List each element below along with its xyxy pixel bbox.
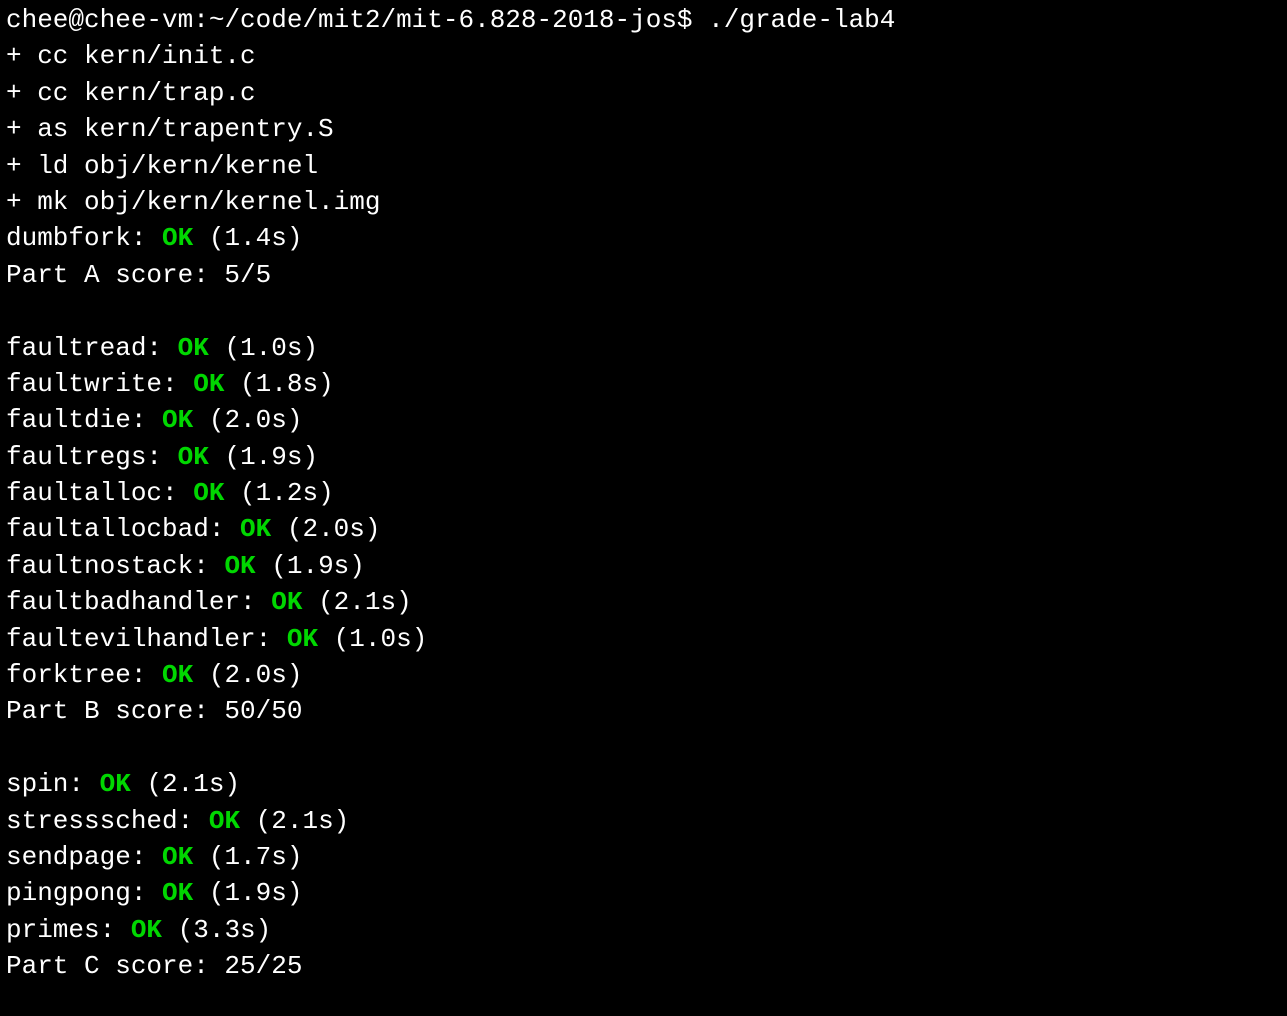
build-text: + as kern/trapentry.S (6, 114, 334, 144)
test-name: spin: (6, 769, 100, 799)
build-line: + ld obj/kern/kernel (6, 148, 1281, 184)
test-name: faultread: (6, 333, 178, 363)
prompt-user-host: chee@chee-vm (6, 5, 193, 35)
test-status: OK (209, 806, 240, 836)
test-time: (2.0s) (193, 405, 302, 435)
score-text: Part C score: 25/25 (6, 951, 302, 981)
test-result-line: faultbadhandler: OK (2.1s) (6, 584, 1281, 620)
prompt-line: chee@chee-vm:~/code/mit2/mit-6.828-2018-… (6, 2, 1281, 38)
test-result-line: faultallocbad: OK (2.0s) (6, 511, 1281, 547)
test-name: faultevilhandler: (6, 624, 287, 654)
test-status: OK (178, 333, 209, 363)
test-name: faultnostack: (6, 551, 224, 581)
prompt-path: ~/code/mit2/mit-6.828-2018-jos (209, 5, 677, 35)
test-status: OK (240, 514, 271, 544)
score-text: Part B score: 50/50 (6, 696, 302, 726)
test-name: faultregs: (6, 442, 178, 472)
test-result-line: faultread: OK (1.0s) (6, 330, 1281, 366)
build-text: + cc kern/trap.c (6, 78, 256, 108)
build-line: + mk obj/kern/kernel.img (6, 184, 1281, 220)
test-name: faultdie: (6, 405, 162, 435)
test-result-line: faultevilhandler: OK (1.0s) (6, 621, 1281, 657)
test-status: OK (162, 660, 193, 690)
prompt-separator: : (193, 5, 209, 35)
test-time: (1.9s) (209, 442, 318, 472)
test-time: (1.8s) (224, 369, 333, 399)
test-status: OK (287, 624, 318, 654)
test-status: OK (178, 442, 209, 472)
test-name: faultwrite: (6, 369, 193, 399)
test-time: (1.0s) (209, 333, 318, 363)
test-time: (1.9s) (193, 878, 302, 908)
test-result-line: stresssched: OK (2.1s) (6, 803, 1281, 839)
test-time: (3.3s) (162, 915, 271, 945)
blank-line (6, 293, 1281, 329)
build-line: + as kern/trapentry.S (6, 111, 1281, 147)
test-status: OK (100, 769, 131, 799)
test-status: OK (162, 223, 193, 253)
test-time: (1.4s) (193, 223, 302, 253)
test-name: forktree: (6, 660, 162, 690)
blank-line (6, 730, 1281, 766)
test-status: OK (162, 405, 193, 435)
build-line: + cc kern/trap.c (6, 75, 1281, 111)
test-time: (1.2s) (224, 478, 333, 508)
score-line: Part B score: 50/50 (6, 693, 1281, 729)
test-result-line: faultregs: OK (1.9s) (6, 439, 1281, 475)
test-result-line: primes: OK (3.3s) (6, 912, 1281, 948)
test-result-line: sendpage: OK (1.7s) (6, 839, 1281, 875)
test-result-line: forktree: OK (2.0s) (6, 657, 1281, 693)
test-time: (2.1s) (302, 587, 411, 617)
test-status: OK (271, 587, 302, 617)
test-result-line: spin: OK (2.1s) (6, 766, 1281, 802)
build-text: + ld obj/kern/kernel (6, 151, 318, 181)
build-line: + cc kern/init.c (6, 38, 1281, 74)
build-text: + cc kern/init.c (6, 41, 256, 71)
test-name: pingpong: (6, 878, 162, 908)
test-result-line: faultwrite: OK (1.8s) (6, 366, 1281, 402)
test-status: OK (193, 369, 224, 399)
test-status: OK (193, 478, 224, 508)
terminal-output[interactable]: chee@chee-vm:~/code/mit2/mit-6.828-2018-… (6, 2, 1281, 985)
score-line: Part A score: 5/5 (6, 257, 1281, 293)
test-name: sendpage: (6, 842, 162, 872)
test-name: dumbfork: (6, 223, 162, 253)
command-text: ./grade-lab4 (708, 5, 895, 35)
test-status: OK (162, 878, 193, 908)
prompt-dollar: $ (677, 5, 708, 35)
test-name: faultbadhandler: (6, 587, 271, 617)
test-status: OK (224, 551, 255, 581)
test-time: (2.1s) (240, 806, 349, 836)
test-time: (1.0s) (318, 624, 427, 654)
test-result-line: dumbfork: OK (1.4s) (6, 220, 1281, 256)
build-text: + mk obj/kern/kernel.img (6, 187, 380, 217)
test-name: faultalloc: (6, 478, 193, 508)
test-time: (2.1s) (131, 769, 240, 799)
test-time: (1.9s) (256, 551, 365, 581)
test-status: OK (162, 842, 193, 872)
test-time: (1.7s) (193, 842, 302, 872)
score-text: Part A score: 5/5 (6, 260, 271, 290)
test-name: faultallocbad: (6, 514, 240, 544)
test-time: (2.0s) (193, 660, 302, 690)
test-name: stresssched: (6, 806, 209, 836)
test-result-line: faultdie: OK (2.0s) (6, 402, 1281, 438)
test-time: (2.0s) (271, 514, 380, 544)
test-result-line: faultalloc: OK (1.2s) (6, 475, 1281, 511)
test-result-line: faultnostack: OK (1.9s) (6, 548, 1281, 584)
test-result-line: pingpong: OK (1.9s) (6, 875, 1281, 911)
test-status: OK (131, 915, 162, 945)
score-line: Part C score: 25/25 (6, 948, 1281, 984)
test-name: primes: (6, 915, 131, 945)
